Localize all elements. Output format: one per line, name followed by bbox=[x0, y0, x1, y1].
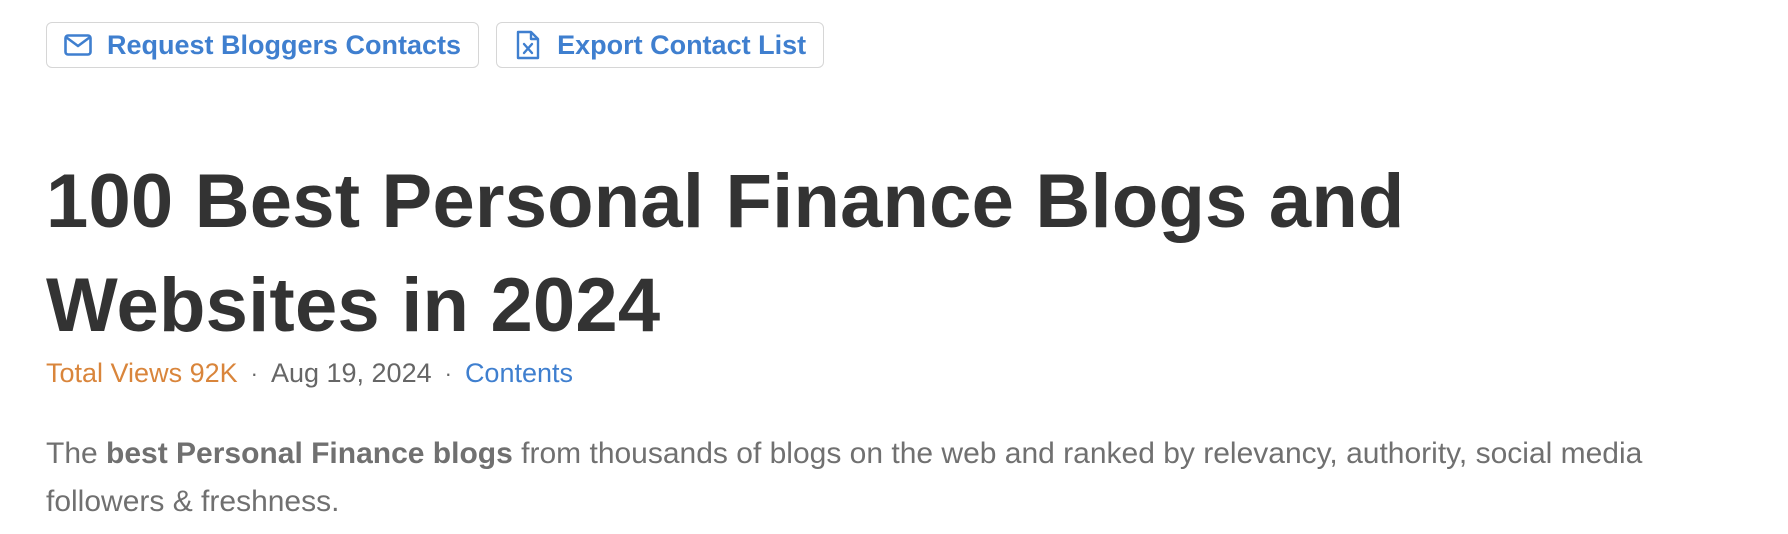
export-contact-list-label: Export Contact List bbox=[557, 29, 807, 60]
meta-separator: · bbox=[444, 360, 452, 386]
excel-file-icon bbox=[513, 30, 543, 60]
meta-separator: · bbox=[250, 360, 258, 386]
request-bloggers-contacts-button[interactable]: Request Bloggers Contacts bbox=[46, 22, 480, 68]
intro-bold-text: best Personal Finance blogs bbox=[106, 437, 513, 470]
page: Request Bloggers Contacts Export Contact… bbox=[0, 0, 1788, 534]
article-meta: Total Views 92K · Aug 19, 2024 · Content… bbox=[46, 358, 573, 389]
request-bloggers-contacts-label: Request Bloggers Contacts bbox=[107, 29, 462, 60]
intro-paragraph: The best Personal Finance blogs from tho… bbox=[46, 430, 1746, 526]
intro-prefix: The bbox=[46, 437, 107, 470]
publish-date: Aug 19, 2024 bbox=[270, 358, 432, 388]
total-views: Total Views 92K bbox=[46, 358, 238, 388]
page-title: 100 Best Personal Finance Blogs and Webs… bbox=[46, 150, 1466, 358]
export-contact-list-button[interactable]: Export Contact List bbox=[496, 22, 825, 68]
toolbar: Request Bloggers Contacts Export Contact… bbox=[46, 22, 825, 68]
page-title-line-2: Websites in 2024 bbox=[46, 263, 661, 348]
contents-link[interactable]: Contents bbox=[465, 358, 573, 389]
page-title-line-1: 100 Best Personal Finance Blogs and bbox=[46, 159, 1405, 244]
envelope-icon bbox=[63, 30, 93, 60]
